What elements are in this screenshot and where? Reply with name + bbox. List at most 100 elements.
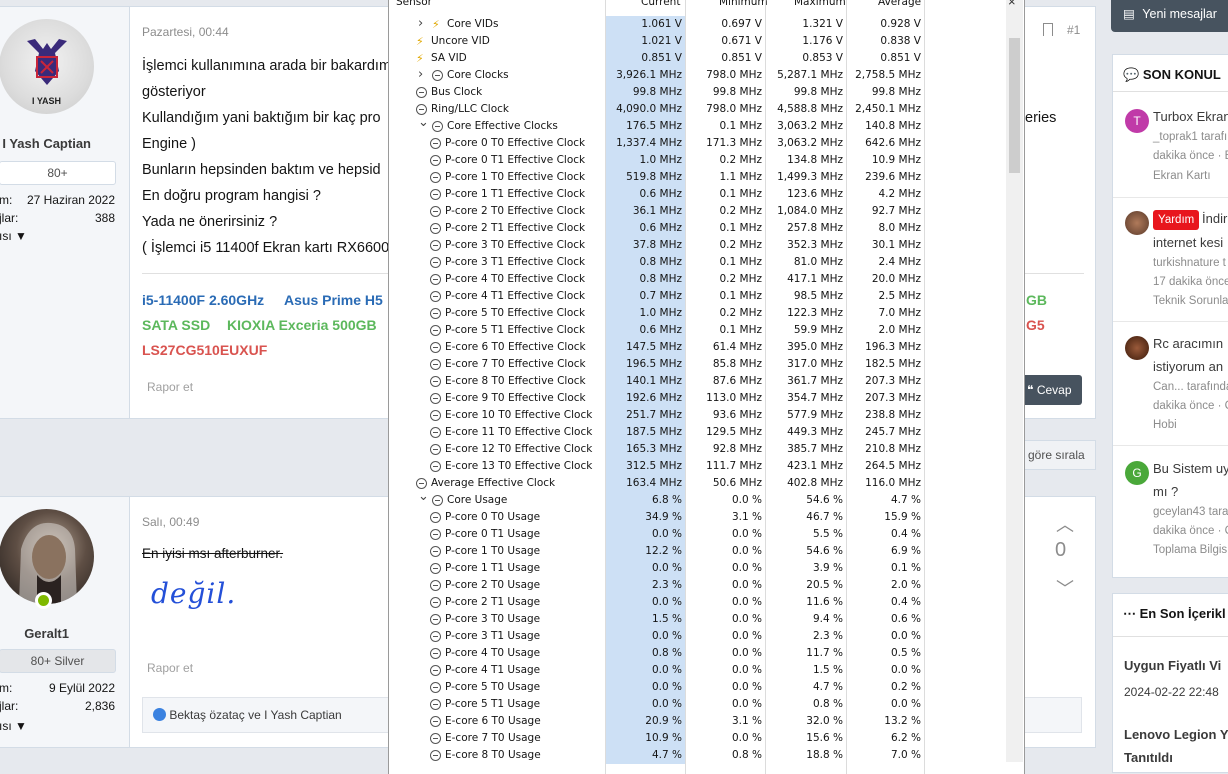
col-current[interactable]: Current xyxy=(641,0,680,8)
collapse-icon[interactable]: ⌄ xyxy=(418,488,429,505)
signature-monitor: LS27CG510EUXUF xyxy=(142,342,268,358)
sensor-row[interactable]: E-core 6 T0 Effective Clock 147.5 MHz 61.4… xyxy=(389,339,1009,356)
sensor-row[interactable]: P-core 3 T0 Effective Clock 37.8 MHz 0.2 M… xyxy=(389,237,1009,254)
thread-meta[interactable]: gceylan43 tara xyxy=(1153,503,1228,522)
username[interactable]: Geralt1 xyxy=(0,626,69,641)
sensor-row[interactable]: P-core 0 T1 Usage 0.0 % 0.0 % 5.5 % 0.4 % xyxy=(389,526,1009,543)
sensor-row[interactable]: ⚡ Uncore VID 1.021 V 0.671 V 1.176 V 0.838 V xyxy=(389,33,1009,50)
col-minimum[interactable]: Minimum xyxy=(719,0,768,8)
thread-title[interactable]: İndir xyxy=(1202,208,1227,230)
expand-icon[interactable]: › xyxy=(418,15,423,32)
thread-meta[interactable]: turkishnature t xyxy=(1153,254,1226,273)
sensor-row[interactable]: P-core 0 T0 Usage 34.9 % 3.1 % 46.7 % 15.9 % xyxy=(389,509,1009,526)
sensor-row[interactable]: E-core 9 T0 Effective Clock 192.6 MHz 113.… xyxy=(389,390,1009,407)
username[interactable]: I Yash Captian xyxy=(0,136,91,151)
sensor-row[interactable]: P-core 5 T1 Usage 0.0 % 0.0 % 0.8 % 0.0 % xyxy=(389,696,1009,713)
sensor-row[interactable]: ⌄ Core Usage 6.8 % 0.0 % 54.6 % 4.7 % xyxy=(389,489,1009,509)
sensor-row[interactable]: P-core 2 T0 Effective Clock 36.1 MHz 0.2 M… xyxy=(389,203,1009,220)
post-date[interactable]: Pazartesi, 00:44 xyxy=(142,25,229,39)
upvote-icon[interactable]: ︿ xyxy=(1056,511,1074,537)
sensor-row[interactable]: Ring/LLC Clock 4,090.0 MHz 798.0 MHz 4,588.… xyxy=(389,101,1009,118)
sensor-row[interactable]: P-core 1 T1 Effective Clock 0.6 MHz 0.1 MH… xyxy=(389,186,1009,203)
sensor-row[interactable]: P-core 4 T1 Usage 0.0 % 0.0 % 1.5 % 0.0 % xyxy=(389,662,1009,679)
avatar[interactable]: G xyxy=(1125,461,1149,485)
latest-item-title[interactable]: Tanıtıldı xyxy=(1124,750,1173,765)
sensor-name: P-core 3 T0 Effective Clock xyxy=(445,239,586,251)
sensor-row[interactable]: P-core 1 T0 Usage 12.2 % 0.0 % 54.6 % 6.9 % xyxy=(389,543,1009,560)
sensor-row[interactable]: P-core 2 T1 Usage 0.0 % 0.0 % 11.6 % 0.4 % xyxy=(389,594,1009,611)
thread-title[interactable]: Turbox Ekran xyxy=(1153,106,1228,128)
sensor-row[interactable]: P-core 2 T1 Effective Clock 0.6 MHz 0.1 MH… xyxy=(389,220,1009,237)
post-date[interactable]: Salı, 00:49 xyxy=(142,515,199,529)
thread-forum[interactable]: Ekran Kartı xyxy=(1153,167,1211,186)
sensor-row[interactable]: P-core 1 T1 Usage 0.0 % 0.0 % 3.9 % 0.1 % xyxy=(389,560,1009,577)
sensor-row[interactable]: E-core 11 T0 Effective Clock 187.5 MHz 129… xyxy=(389,424,1009,441)
thread-title[interactable]: internet kesi xyxy=(1153,232,1223,254)
sort-box[interactable]: göre sırala xyxy=(1022,440,1096,470)
sensor-row[interactable]: P-core 1 T0 Effective Clock 519.8 MHz 1.1 … xyxy=(389,169,1009,186)
thread-title[interactable]: Rc aracımın xyxy=(1153,333,1223,355)
thread-meta[interactable]: Can... tarafında xyxy=(1153,378,1228,397)
sensor-row[interactable]: P-core 4 T0 Effective Clock 0.8 MHz 0.2 MH… xyxy=(389,271,1009,288)
downvote-icon[interactable]: ﹀ xyxy=(1056,575,1074,601)
col-average[interactable]: Average xyxy=(878,0,921,8)
thread-forum[interactable]: Toplama Bilgis xyxy=(1153,541,1227,560)
sensor-row[interactable]: E-core 8 T0 Usage 4.7 % 0.8 % 18.8 % 7.0 % xyxy=(389,747,1009,764)
avatar[interactable] xyxy=(1125,211,1149,235)
sensor-row[interactable]: E-core 8 T0 Effective Clock 140.1 MHz 87.6… xyxy=(389,373,1009,390)
latest-item-title[interactable]: Uygun Fiyatlı Vi xyxy=(1124,658,1221,673)
reactor-name[interactable]: I Yash Captian xyxy=(264,708,342,722)
bookmark-icon[interactable] xyxy=(1043,23,1053,36)
vertical-scrollbar[interactable] xyxy=(1006,0,1023,762)
reply-button[interactable]: ❝ Cevap xyxy=(1021,375,1082,405)
sensor-row[interactable]: P-core 3 T0 Usage 1.5 % 0.0 % 9.4 % 0.6 % xyxy=(389,611,1009,628)
sensor-row[interactable]: ⌄ Core Effective Clocks 176.5 MHz 0.1 MHz 3,… xyxy=(389,115,1009,135)
thread-title[interactable]: istiyorum an xyxy=(1153,356,1223,378)
sensor-row[interactable]: P-core 4 T0 Usage 0.8 % 0.0 % 11.7 % 0.5 % xyxy=(389,645,1009,662)
thread-meta[interactable]: _toprak1 tarafı xyxy=(1153,128,1227,147)
sensor-row[interactable]: › Core Clocks 3,926.1 MHz 798.0 MHz 5,287.1 … xyxy=(389,67,1009,84)
col-divider xyxy=(685,0,686,774)
sensor-row[interactable]: P-core 3 T1 Effective Clock 0.8 MHz 0.1 MH… xyxy=(389,254,1009,271)
sensor-row[interactable]: E-core 10 T0 Effective Clock 251.7 MHz 93.… xyxy=(389,407,1009,424)
scrollbar-thumb[interactable] xyxy=(1009,38,1020,173)
sensor-row[interactable]: P-core 2 T0 Usage 2.3 % 0.0 % 20.5 % 2.0 % xyxy=(389,577,1009,594)
sensor-row[interactable]: E-core 7 T0 Effective Clock 196.5 MHz 85.8… xyxy=(389,356,1009,373)
expand-icon[interactable]: › xyxy=(418,66,423,83)
meta-toggle[interactable]: ısı ▼ xyxy=(0,719,27,733)
sensor-row[interactable]: Average Effective Clock 163.4 MHz 50.6 MHz… xyxy=(389,475,1009,492)
thread-forum[interactable]: Teknik Sorunla xyxy=(1153,292,1228,311)
thread-title[interactable]: Bu Sistem uy xyxy=(1153,458,1228,480)
close-icon[interactable]: × xyxy=(1008,0,1016,9)
sensor-row[interactable]: P-core 5 T0 Usage 0.0 % 0.0 % 4.7 % 0.2 % xyxy=(389,679,1009,696)
sensor-row[interactable]: Bus Clock 99.8 MHz 99.8 MHz 99.8 MHz 99.8 MH… xyxy=(389,84,1009,101)
sensor-row[interactable]: E-core 6 T0 Usage 20.9 % 3.1 % 32.0 % 13.2 % xyxy=(389,713,1009,730)
sensor-row[interactable]: E-core 12 T0 Effective Clock 165.3 MHz 92.… xyxy=(389,441,1009,458)
avatar[interactable] xyxy=(1125,336,1149,360)
sensor-row[interactable]: P-core 4 T1 Effective Clock 0.7 MHz 0.1 MH… xyxy=(389,288,1009,305)
sensor-row[interactable]: E-core 7 T0 Usage 10.9 % 0.0 % 15.6 % 6.2 % xyxy=(389,730,1009,747)
reactor-name[interactable]: Bektaş özataç xyxy=(169,708,244,722)
col-maximum[interactable]: Maximum xyxy=(794,0,846,8)
sensor-row[interactable]: › ⚡ Core VIDs 1.061 V 0.697 V 1.321 V 0.928 V xyxy=(389,16,1009,33)
avatar[interactable]: I YASH xyxy=(0,19,94,114)
sensor-row[interactable]: ⚡ SA VID 0.851 V 0.851 V 0.853 V 0.851 V xyxy=(389,50,1009,67)
sensor-row[interactable]: P-core 0 T0 Effective Clock 1,337.4 MHz 17… xyxy=(389,135,1009,152)
latest-item-title[interactable]: Lenovo Legion Y xyxy=(1124,727,1228,742)
sensor-row[interactable]: P-core 0 T1 Effective Clock 1.0 MHz 0.2 MH… xyxy=(389,152,1009,169)
sensor-row[interactable]: P-core 5 T0 Effective Clock 1.0 MHz 0.2 MH… xyxy=(389,305,1009,322)
thread-title[interactable]: mı ? xyxy=(1153,481,1178,503)
avatar[interactable] xyxy=(0,509,94,604)
new-messages-button[interactable]: ▤ Yeni mesajlar xyxy=(1111,0,1228,32)
sensor-row[interactable]: P-core 5 T1 Effective Clock 0.6 MHz 0.1 MH… xyxy=(389,322,1009,339)
report-link[interactable]: Rapor et xyxy=(147,661,193,675)
collapse-icon[interactable]: ⌄ xyxy=(418,114,429,131)
thread-forum[interactable]: Hobi xyxy=(1153,416,1177,435)
sensor-row[interactable]: P-core 3 T1 Usage 0.0 % 0.0 % 2.3 % 0.0 % xyxy=(389,628,1009,645)
avatar[interactable]: T xyxy=(1125,109,1149,133)
col-sensor[interactable]: Sensor xyxy=(396,0,432,8)
post-number[interactable]: #1 xyxy=(1067,23,1080,37)
report-link[interactable]: Rapor et xyxy=(147,380,193,394)
meta-toggle[interactable]: ısı ▼ xyxy=(0,229,27,243)
sensor-row[interactable]: E-core 13 T0 Effective Clock 312.5 MHz 111… xyxy=(389,458,1009,475)
